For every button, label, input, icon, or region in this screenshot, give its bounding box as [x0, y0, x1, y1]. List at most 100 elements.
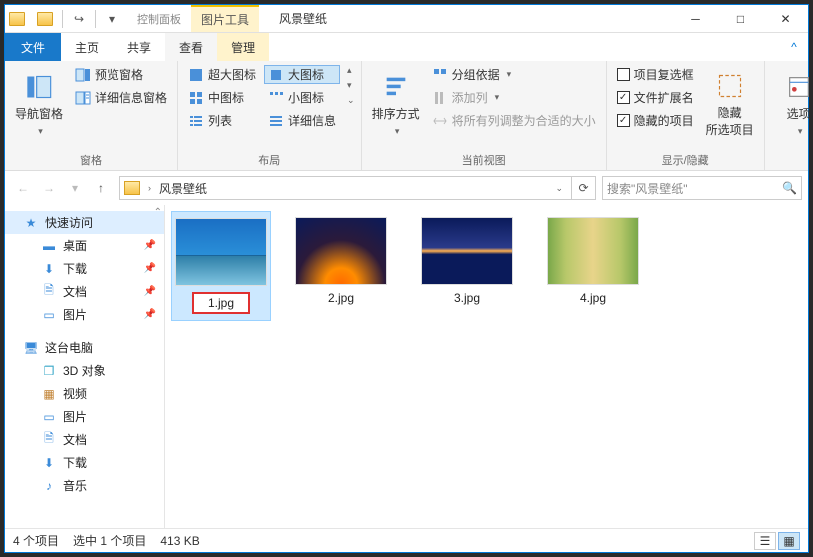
options-label: 选项: [787, 105, 811, 122]
breadcrumb[interactable]: 风景壁纸: [159, 180, 207, 197]
search-input[interactable]: 搜索"风景壁纸" 🔍: [602, 176, 802, 200]
chevron-down-icon: ▾: [38, 126, 43, 137]
tree-music[interactable]: ♪音乐: [5, 474, 164, 497]
folder-icon: [124, 181, 140, 195]
folder-icon[interactable]: [37, 12, 53, 26]
layout-medium[interactable]: 中图标: [184, 88, 260, 107]
address-input[interactable]: › 风景壁纸 ⌄: [119, 176, 572, 200]
layout-details[interactable]: 详细信息: [264, 111, 340, 130]
chevron-right-icon[interactable]: ›: [144, 183, 155, 193]
checkbox-checked-icon: [617, 91, 630, 104]
scroll-down-icon[interactable]: ▾: [347, 80, 355, 91]
thumbnail-image: [175, 218, 267, 286]
file-list[interactable]: 1.jpg 2.jpg 3.jpg 4.jpg: [165, 205, 808, 528]
pin-icon: 📌: [144, 309, 156, 320]
item-checkboxes-toggle[interactable]: 项目复选框: [613, 65, 698, 84]
search-placeholder: 搜索"风景壁纸": [607, 180, 688, 197]
scroll-up-icon[interactable]: ▴: [347, 65, 355, 76]
tree-desktop[interactable]: ▬桌面📌: [5, 234, 164, 257]
tree-videos[interactable]: ▦视频: [5, 382, 164, 405]
layout-large[interactable]: 大图标: [264, 65, 340, 84]
group-by-button[interactable]: 分组依据▾: [428, 65, 600, 84]
menu-home[interactable]: 主页: [61, 33, 113, 61]
add-columns-button: 添加列▾: [428, 88, 600, 107]
tree-pictures2-label: 图片: [63, 408, 87, 425]
layout-medium-label: 中图标: [208, 89, 244, 106]
preview-pane-button[interactable]: 预览窗格: [71, 65, 171, 84]
minimize-button[interactable]: ─: [673, 5, 718, 33]
tree-this-pc-label: 这台电脑: [45, 339, 93, 356]
preview-pane-label: 预览窗格: [95, 66, 143, 83]
window-controls: ─ □ ✕: [673, 5, 808, 32]
file-item[interactable]: 3.jpg: [417, 217, 517, 305]
nav-buttons: ← → ▾ ↑: [11, 176, 113, 200]
context-tab-label: 图片工具: [201, 11, 249, 28]
nav-pane-button[interactable]: 导航窗格 ▾: [11, 65, 67, 145]
thumbnail-image: [295, 217, 387, 285]
collapse-ribbon-button[interactable]: ^: [780, 33, 808, 61]
close-button[interactable]: ✕: [763, 5, 808, 33]
back-button[interactable]: ←: [11, 176, 35, 200]
ribbon-group-layout: 超大图标 中图标 列表 大图标 小图标 详细信息 ▴ ▾ ⌄ 布局: [178, 61, 362, 170]
group-label-empty: [771, 154, 813, 168]
tree-pictures-label: 图片: [63, 306, 87, 323]
status-item-count: 4 个项目: [13, 532, 59, 549]
maximize-button[interactable]: □: [718, 5, 763, 33]
redo-icon[interactable]: ↪: [68, 8, 90, 30]
up-button[interactable]: ↑: [89, 176, 113, 200]
options-button[interactable]: 选项 ▾: [771, 65, 813, 145]
context-tab-header: 图片工具: [191, 5, 259, 32]
file-ext-toggle[interactable]: 文件扩展名: [613, 88, 698, 107]
tree-pictures2[interactable]: ▭图片: [5, 405, 164, 428]
menu-share[interactable]: 共享: [113, 33, 165, 61]
layout-small[interactable]: 小图标: [264, 88, 340, 107]
tree-3d-objects[interactable]: ❒3D 对象: [5, 359, 164, 382]
file-item[interactable]: 1.jpg: [171, 211, 271, 321]
tree-downloads[interactable]: ⬇下载📌: [5, 257, 164, 280]
options-icon: [785, 73, 813, 101]
view-thumbnails-toggle[interactable]: ▦: [778, 532, 800, 550]
tree-documents2[interactable]: 🗎文档: [5, 428, 164, 451]
menu-view[interactable]: 查看: [165, 33, 217, 61]
view-details-toggle[interactable]: ☰: [754, 532, 776, 550]
expand-icon[interactable]: ⌄: [347, 95, 355, 106]
star-icon: ★: [23, 215, 39, 231]
hide-icon: [716, 72, 744, 100]
ribbon-group-showhide: 项目复选框 文件扩展名 隐藏的项目 隐藏 所选项目 显示/隐藏: [607, 61, 765, 170]
chevron-down-icon: ▾: [395, 126, 400, 137]
chevron-down-icon[interactable]: ⌄: [551, 183, 567, 194]
size-columns-label: 将所有列调整为合适的大小: [452, 112, 596, 129]
layout-extra-large[interactable]: 超大图标: [184, 65, 260, 84]
tree-this-pc[interactable]: 🖥这台电脑: [5, 336, 164, 359]
menubar: 文件 主页 共享 查看 管理 ^: [5, 33, 808, 61]
titlebar: ↪ ▾ 控制面板 图片工具 风景壁纸 ─ □ ✕: [5, 5, 808, 33]
collapse-tree-icon[interactable]: ⌃: [154, 207, 162, 218]
tree-downloads2[interactable]: ⬇下载: [5, 451, 164, 474]
file-item[interactable]: 2.jpg: [291, 217, 391, 305]
menu-manage[interactable]: 管理: [217, 33, 269, 61]
layout-list[interactable]: 列表: [184, 111, 260, 130]
tree-documents[interactable]: 🗎文档📌: [5, 280, 164, 303]
file-item[interactable]: 4.jpg: [543, 217, 643, 305]
preview-pane-icon: [75, 67, 91, 83]
group-label-layout: 布局: [184, 150, 355, 168]
recent-locations-button[interactable]: ▾: [63, 176, 87, 200]
file-name[interactable]: 1.jpg: [192, 292, 250, 314]
refresh-button[interactable]: ⟳: [572, 176, 596, 200]
hide-selected-button[interactable]: 隐藏 所选项目: [702, 65, 758, 145]
address-bar: ← → ▾ ↑ › 风景壁纸 ⌄ ⟳ 搜索"风景壁纸" 🔍: [5, 171, 808, 205]
menu-file[interactable]: 文件: [5, 33, 61, 61]
details-pane-button[interactable]: 详细信息窗格: [71, 88, 171, 107]
tree-pictures[interactable]: ▭图片📌: [5, 303, 164, 326]
forward-button[interactable]: →: [37, 176, 61, 200]
sort-icon: [382, 73, 410, 101]
status-bar: 4 个项目 选中 1 个项目 413 KB ☰ ▦: [5, 528, 808, 552]
sort-by-button[interactable]: 排序方式 ▾: [368, 65, 424, 145]
small-icon: [268, 90, 284, 106]
hidden-items-toggle[interactable]: 隐藏的项目: [613, 111, 698, 130]
tree-quick-access[interactable]: ★快速访问: [5, 211, 164, 234]
window-title: 风景壁纸: [259, 5, 673, 32]
qat-dropdown-icon[interactable]: ▾: [101, 8, 123, 30]
group-by-icon: [432, 67, 448, 83]
layout-list-label: 列表: [208, 112, 232, 129]
